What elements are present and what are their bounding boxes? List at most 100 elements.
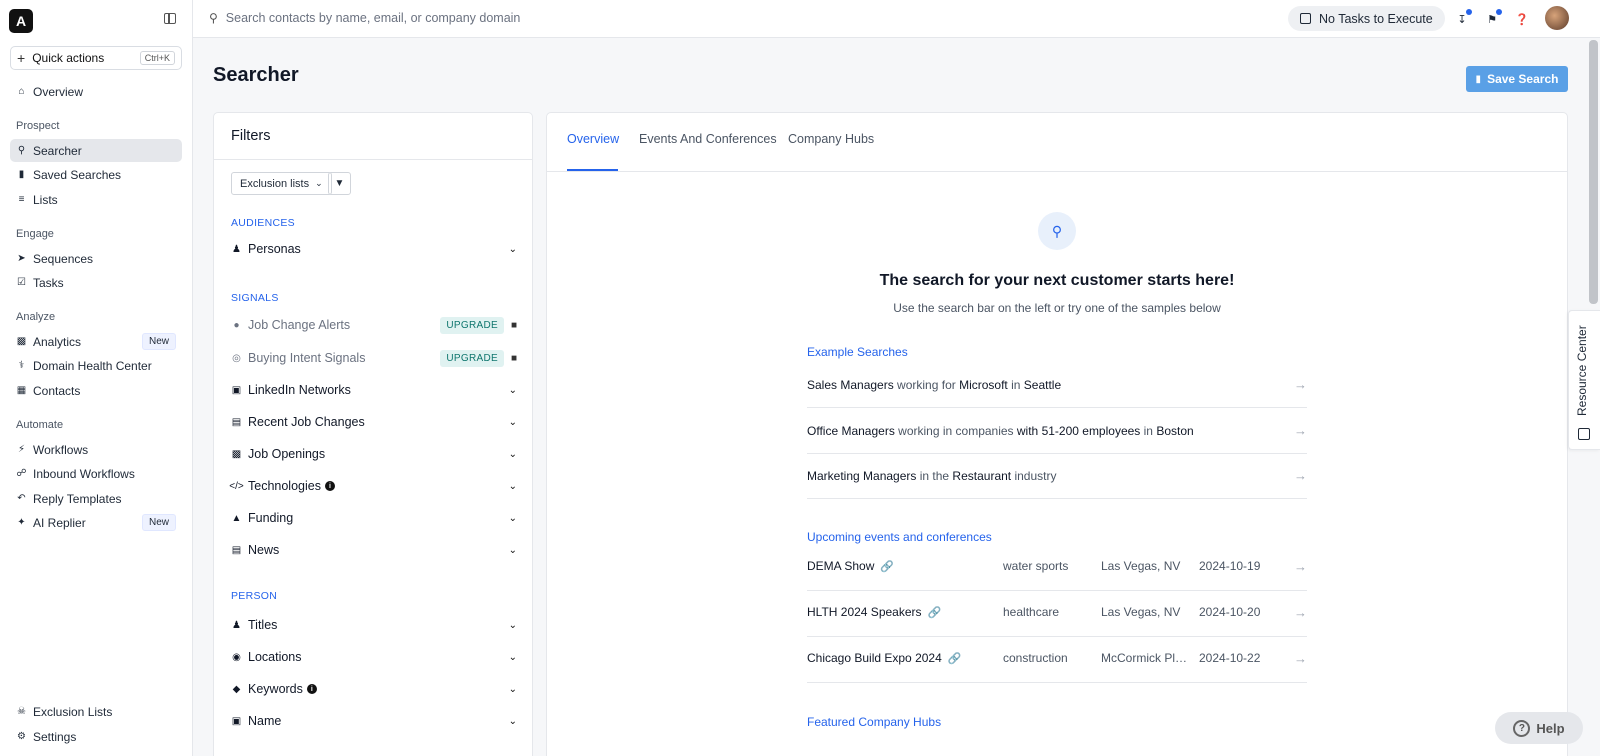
upgrade-badge[interactable]: UPGRADE <box>440 316 504 334</box>
overview-panel: Overview Events And Conferences Company … <box>546 112 1568 756</box>
example-text: Marketing Managers in the Restaurant ind… <box>807 468 1057 483</box>
search-input[interactable]: Search contacts by name, email, or compa… <box>226 11 521 25</box>
divider <box>214 159 532 160</box>
exclusion-lists-dropdown[interactable]: Exclusion lists ⌄ <box>231 172 332 195</box>
help-label: Help <box>1536 720 1565 736</box>
filter-titles[interactable]: ♟ Titles ⌄ <box>231 615 517 635</box>
user-block-icon: ☠ <box>17 706 26 717</box>
tab-overview[interactable]: Overview <box>567 132 619 146</box>
sidebar-item-ai-replier[interactable]: ✦ AI Replier New <box>10 511 182 534</box>
chevron-down-icon: ⌄ <box>508 480 517 492</box>
chevron-down-icon: ⌄ <box>508 384 517 396</box>
sidebar-item-inbound-workflows[interactable]: ☍ Inbound Workflows <box>10 462 182 485</box>
link-icon: 🔗 <box>947 653 962 665</box>
event-row[interactable]: HLTH 2024 Speakers 🔗 healthcare Las Vegas… <box>807 591 1307 637</box>
filter-buying-intent[interactable]: ◎ Buying Intent Signals UPGRADE ■ <box>231 348 517 368</box>
flag-icon[interactable]: ⚑ <box>1485 9 1502 26</box>
filter-technologies[interactable]: </> Technologies i ⌄ <box>229 476 517 496</box>
quick-actions-button[interactable]: + Quick actions Ctrl+K <box>10 46 182 70</box>
sidebar-item-reply-templates[interactable]: ↶ Reply Templates <box>10 487 182 510</box>
filter-personas[interactable]: ♟ Personas ⌄ <box>231 239 517 259</box>
global-search[interactable]: ⚲ Search contacts by name, email, or com… <box>209 11 520 25</box>
new-badge: New <box>141 514 176 531</box>
sidebar-item-label: Reply Templates <box>33 491 122 506</box>
sidebar-item-settings[interactable]: ⚙ Settings <box>10 725 182 748</box>
sidebar-item-sequences[interactable]: ➤ Sequences <box>10 247 182 270</box>
sidebar-item-exclusion-lists[interactable]: ☠ Exclusion Lists <box>10 700 182 723</box>
person-icon: ♟ <box>232 243 241 255</box>
example-search-row[interactable]: Sales Managers working for Microsoft in … <box>807 362 1307 408</box>
filter-label: LinkedIn Networks <box>248 383 351 397</box>
sidebar-item-label: Tasks <box>33 275 64 290</box>
avatar[interactable] <box>1545 6 1569 30</box>
filter-recent-job-changes[interactable]: ▤ Recent Job Changes ⌄ <box>231 412 517 432</box>
tasks-label: No Tasks to Execute <box>1319 11 1433 26</box>
upgrade-badge[interactable]: UPGRADE <box>440 349 504 367</box>
tab-company-hubs[interactable]: Company Hubs <box>788 132 874 146</box>
bookmark-icon: ▮ <box>1475 73 1482 85</box>
sidebar-item-lists[interactable]: ≡ Lists <box>10 188 182 211</box>
search-icon: ⚲ <box>209 11 218 25</box>
example-search-row[interactable]: Marketing Managers in the Restaurant ind… <box>807 453 1307 499</box>
filter-keywords[interactable]: ◆ Keywords i ⌄ <box>231 679 517 699</box>
save-search-button[interactable]: ▮ Save Search <box>1466 66 1568 92</box>
newspaper-icon: ▤ <box>231 544 242 556</box>
section-audiences: AUDIENCES <box>231 217 295 229</box>
collapse-sidebar-icon[interactable] <box>164 13 176 24</box>
help-circle-icon[interactable]: ❓ <box>1515 12 1529 26</box>
events-title: Upcoming events and conferences <box>807 530 992 544</box>
help-button[interactable]: ? Help <box>1495 712 1583 744</box>
nodes-icon: ☍ <box>16 468 27 479</box>
sidebar-item-label: Sequences <box>33 251 94 266</box>
search-icon: ⚲ <box>17 145 26 156</box>
download-icon[interactable]: ↧ <box>1455 9 1472 26</box>
sidebar-item-tasks[interactable]: ☑ Tasks <box>10 271 182 294</box>
notification-dot <box>1466 9 1472 15</box>
book-icon <box>1578 428 1590 440</box>
resource-center-tab[interactable]: Resource Center <box>1568 310 1600 450</box>
filter-job-openings[interactable]: ▩ Job Openings ⌄ <box>231 444 517 464</box>
sidebar-item-label: Overview <box>33 84 84 99</box>
sidebar-item-searcher[interactable]: ⚲ Searcher <box>10 139 182 162</box>
active-tab-indicator <box>567 169 618 171</box>
event-row[interactable]: Chicago Build Expo 2024 🔗 construction Mc… <box>807 637 1307 683</box>
filter-label: Funding <box>248 511 294 525</box>
contact-card-icon: ▦ <box>16 385 27 396</box>
event-row[interactable]: DEMA Show 🔗 water sports Las Vegas, NV 20… <box>807 545 1307 591</box>
sidebar-item-label: Workflows <box>33 442 89 457</box>
sidebar-item-overview[interactable]: ⌂ Overview <box>10 80 182 103</box>
sidebar-item-label: Contacts <box>33 383 81 398</box>
filter-linkedin-networks[interactable]: ▣ LinkedIn Networks ⌄ <box>231 380 517 400</box>
info-icon[interactable]: i <box>324 481 335 491</box>
resource-center-label: Resource Center <box>1575 325 1589 416</box>
info-icon[interactable]: i <box>306 684 317 694</box>
sidebar-item-workflows[interactable]: ⚡ Workflows <box>10 438 182 461</box>
event-date: 2024-10-19 <box>1199 559 1261 573</box>
filter-label: Job Change Alerts <box>248 318 351 332</box>
sidebar-item-saved-searches[interactable]: ▮ Saved Searches <box>10 163 182 186</box>
new-badge: New <box>141 333 176 350</box>
example-search-row[interactable]: Office Managers working in companies wit… <box>807 408 1307 454</box>
event-name: HLTH 2024 Speakers 🔗 <box>807 605 942 619</box>
shortcut-hint: Ctrl+K <box>139 51 175 65</box>
filter-news[interactable]: ▤ News ⌄ <box>231 540 517 560</box>
app-logo[interactable]: A <box>9 9 33 33</box>
chevron-down-icon: ⌄ <box>508 512 517 524</box>
funnel-icon[interactable]: ▼ <box>328 172 351 195</box>
tasks-button[interactable]: No Tasks to Execute <box>1288 6 1445 31</box>
sidebar-item-contacts[interactable]: ▦ Contacts <box>10 379 182 402</box>
sidebar-item-analytics[interactable]: ▩ Analytics New <box>10 330 182 353</box>
section-engage: Engage <box>16 228 54 240</box>
scrollbar[interactable] <box>1589 40 1598 304</box>
filter-funding[interactable]: ▲ Funding ⌄ <box>231 508 517 528</box>
filter-name[interactable]: ▣ Name ⌄ <box>231 711 517 731</box>
filter-job-change-alerts[interactable]: ● Job Change Alerts UPGRADE ■ <box>231 315 517 335</box>
tab-events-and-conferences[interactable]: Events And Conferences <box>639 132 777 146</box>
section-prospect: Prospect <box>16 120 60 132</box>
sidebar-item-domain-health[interactable]: ⚕ Domain Health Center <box>10 354 182 377</box>
chevron-down-icon: ⌄ <box>508 619 517 631</box>
section-signals: SIGNALS <box>231 292 279 304</box>
save-search-label: Save Search <box>1487 72 1559 86</box>
filter-locations[interactable]: ◉ Locations ⌄ <box>231 647 517 667</box>
search-icon: ⚲ <box>1038 212 1076 250</box>
